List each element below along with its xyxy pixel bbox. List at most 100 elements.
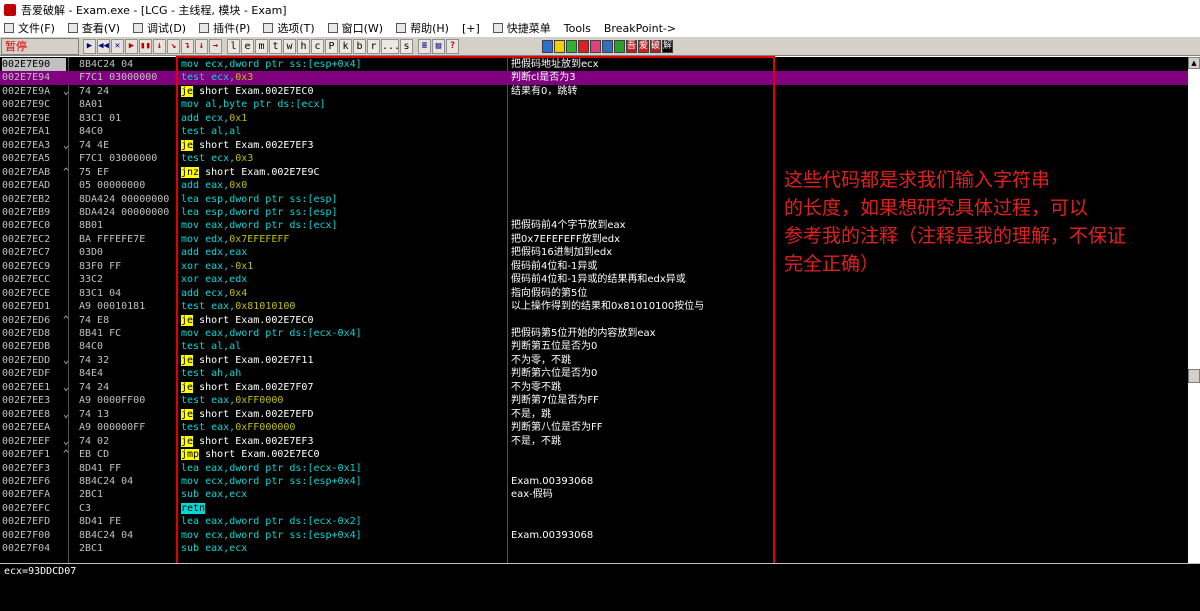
window-button-p[interactable]: P [325, 38, 338, 54]
menu-item[interactable]: 快捷菜单 [492, 20, 551, 36]
menu-item[interactable]: 文件(F) [4, 20, 55, 36]
close-icon[interactable]: ✕ [111, 38, 124, 54]
assembly-cell: xor eax,edx [181, 273, 505, 286]
window-button-more[interactable]: ... [381, 38, 400, 54]
operand: eax, [205, 180, 230, 192]
operand: eax, [211, 422, 236, 434]
disasm-row[interactable]: 002E7EE3 A9 0000FF00 test eax,0xFF0000 判断第7… [0, 394, 1188, 407]
disasm-row[interactable]: 002E7E90 8B4C24 04 mov ecx,dword ptr ss:[e… [0, 58, 1188, 72]
step-over-icon[interactable]: ↘ [167, 38, 180, 54]
window-button-w[interactable]: w [283, 38, 296, 54]
disasm-row[interactable]: 002E7F00 8B4C24 04 mov ecx,dword ptr ss:[e… [0, 529, 1188, 542]
menu-item[interactable]: 插件(P) [199, 20, 250, 36]
plugin-icon[interactable]: 破 [650, 39, 661, 53]
menu-item[interactable]: Tools [564, 22, 591, 35]
plugin-icon[interactable] [590, 39, 601, 53]
plugin-icon[interactable] [602, 39, 613, 53]
disasm-row[interactable]: 002E7ED6 ^ 74 E8 je short Exam.002E7EC0 [0, 314, 1188, 327]
disasm-row[interactable]: 002E7EEA A9 000000FF test eax,0xFF000000 判断… [0, 421, 1188, 434]
assembly-cell: test ah,ah [181, 367, 505, 380]
disasm-row[interactable]: 002E7EA5 F7C1 03000000 test ecx,0x3 [0, 152, 1188, 165]
menu-item[interactable]: 窗口(W) [327, 20, 383, 36]
plugin-icon[interactable] [614, 39, 625, 53]
execute-till-return-icon[interactable]: → [209, 38, 222, 54]
trace-into-icon[interactable]: ↴ [181, 38, 194, 54]
window-button-k[interactable]: k [339, 38, 352, 54]
trace-over-icon[interactable]: ↓ [195, 38, 208, 54]
operand: 0x7EFEFEFF [229, 233, 290, 245]
plugin-icon[interactable]: 吾 [626, 39, 637, 53]
pause-icon[interactable]: ▮▮ [139, 38, 152, 54]
jump-arrow-icon: ⌄ [63, 139, 70, 151]
run-icon[interactable]: ▶ [125, 38, 138, 54]
disasm-row[interactable]: 002E7E9C 8A01 mov al,byte ptr ds:[ecx] [0, 98, 1188, 111]
plugin-icon[interactable]: 爱 [638, 39, 649, 53]
address-cell: 002E7EEA [2, 422, 51, 434]
window-button-m[interactable]: m [255, 38, 268, 54]
disassembly-pane[interactable]: 002E7E90 8B4C24 04 mov ecx,dword ptr ss:[e… [0, 57, 1188, 563]
menu-item[interactable]: [+] [462, 22, 480, 35]
disasm-row[interactable]: 002E7EF6 8B4C24 04 mov ecx,dword ptr ss:[e… [0, 475, 1188, 488]
assembly-cell: add edx,eax [181, 246, 505, 259]
menu-item[interactable]: 调试(D) [133, 20, 186, 36]
window-button-h[interactable]: h [297, 38, 310, 54]
window-button-b[interactable]: b [353, 38, 366, 54]
plugin-icon[interactable] [566, 39, 577, 53]
window-button-t[interactable]: t [269, 38, 282, 54]
plugin-icon[interactable]: 解 [662, 39, 673, 53]
open-file-icon[interactable]: ▶ [83, 38, 96, 54]
disasm-row[interactable]: 002E7E94 F7C1 03000000 test ecx,0x3 判断cl是否为… [0, 71, 1188, 85]
plugin-icon[interactable] [554, 39, 565, 53]
disasm-row[interactable]: 002E7EF1 ^ EB CD jmp short Exam.002E7EC0 [0, 448, 1188, 461]
menu-item[interactable]: 选项(T) [263, 20, 315, 36]
disasm-row[interactable]: 002E7EE8 ⌄ 74 13 je short Exam.002E7EFD 不是，跳 [0, 408, 1188, 421]
disasm-row[interactable]: 002E7E9A ⌄ 74 24 je short Exam.002E7EC0 结果有0… [0, 85, 1188, 98]
hex-dump-cell: 05 00000000 [79, 180, 146, 192]
disasm-row[interactable]: 002E7ED1 A9 00010181 test eax,0x81010100 以上… [0, 300, 1188, 313]
window-button-s[interactable]: s [400, 38, 413, 54]
grid-icon[interactable]: ▤ [432, 38, 445, 54]
menu-item[interactable]: 帮助(H) [396, 20, 449, 36]
disasm-row[interactable]: 002E7ED8 8B41 FC mov eax,dword ptr ds:[ecx… [0, 327, 1188, 340]
disasm-row[interactable]: 002E7EDB 84C0 test al,al 判断第五位是否为0 [0, 340, 1188, 353]
address-cell: 002E7EAB [2, 166, 51, 178]
disasm-row[interactable]: 002E7EF3 8D41 FF lea eax,dword ptr ds:[ecx… [0, 462, 1188, 475]
operand: ecx, [205, 112, 230, 124]
shortcut-menu-icon [492, 23, 503, 33]
scroll-up-icon[interactable]: ▲ [1188, 57, 1200, 69]
operand: 0x1 [229, 112, 248, 124]
disasm-row[interactable]: 002E7F04 2BC1 sub eax,ecx [0, 542, 1188, 555]
mnemonic: test [181, 368, 206, 380]
vertical-scrollbar[interactable]: ▲ [1188, 57, 1200, 563]
help-icon[interactable]: ? [446, 38, 459, 54]
disasm-row[interactable]: 002E7EDF 84E4 test ah,ah 判断第六位是否为0 [0, 367, 1188, 380]
disasm-row[interactable]: 002E7EEF ⌄ 74 02 je short Exam.002E7EF3 不是，不… [0, 435, 1188, 448]
address-cell: 002E7EE3 [2, 395, 51, 407]
menu-item-label: 帮助(H) [410, 22, 449, 35]
scroll-thumb[interactable] [1188, 369, 1200, 383]
menu-item[interactable]: BreakPoint-> [604, 22, 676, 35]
disasm-row[interactable]: 002E7EFC C3 retn [0, 502, 1188, 515]
disasm-row[interactable]: 002E7EA3 ⌄ 74 4E je short Exam.002E7EF3 [0, 139, 1188, 152]
assembly-cell: jnz short Exam.002E7E9C [181, 166, 505, 179]
step-into-icon[interactable]: ↓ [153, 38, 166, 54]
operand: edx, [205, 233, 230, 245]
plugin-icon[interactable] [542, 39, 553, 53]
window-button-l[interactable]: l [227, 38, 240, 54]
window-button-e[interactable]: e [241, 38, 254, 54]
disasm-row[interactable]: 002E7EDD ⌄ 74 32 je short Exam.002E7F11 不为零，… [0, 354, 1188, 367]
menu-item[interactable]: 查看(V) [67, 20, 120, 36]
disasm-row[interactable]: 002E7EA1 84C0 test al,al [0, 125, 1188, 138]
disasm-row[interactable]: 002E7ECE 83C1 04 add ecx,0x4 指向假码的第5位 [0, 287, 1188, 300]
disasm-row[interactable]: 002E7E9E 83C1 01 add ecx,0x1 [0, 112, 1188, 125]
disasm-row[interactable]: 002E7EFD 8D41 FE lea eax,dword ptr ds:[ecx… [0, 515, 1188, 528]
window-button-c[interactable]: c [311, 38, 324, 54]
assembly-cell: lea eax,dword ptr ds:[ecx-0x2] [181, 515, 505, 528]
hex-dump-cell: 8D41 FE [79, 516, 122, 528]
list-icon[interactable]: ≡ [418, 38, 431, 54]
restart-icon[interactable]: ◀◀ [97, 38, 110, 54]
disasm-row[interactable]: 002E7EE1 ⌄ 74 24 je short Exam.002E7F07 不为零不… [0, 381, 1188, 394]
window-button-r[interactable]: r [367, 38, 380, 54]
disasm-row[interactable]: 002E7EFA 2BC1 sub eax,ecx eax-假码 [0, 488, 1188, 501]
plugin-icon[interactable] [578, 39, 589, 53]
